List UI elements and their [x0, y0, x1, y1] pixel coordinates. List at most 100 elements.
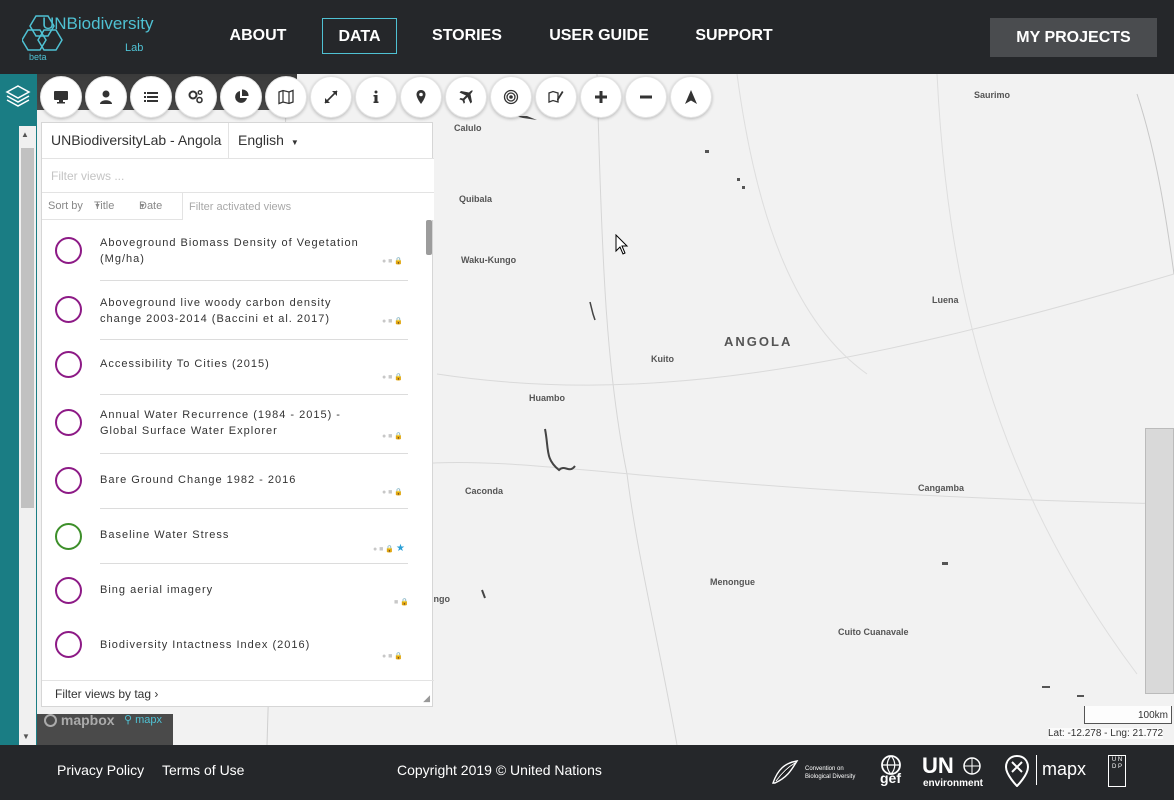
- nav-user-guide[interactable]: USER GUIDE: [544, 18, 654, 54]
- un-biodiversity-lab-logo[interactable]: UNBiodiversity Lab beta: [22, 14, 172, 64]
- un-environment-logo[interactable]: UN environment: [922, 753, 992, 793]
- un-emblem-icon: [963, 757, 981, 775]
- scroll-down-arrow-icon[interactable]: ▼: [22, 732, 30, 741]
- toolbar-info-button[interactable]: [355, 76, 397, 118]
- language-select[interactable]: English ▼: [229, 123, 434, 159]
- list-item[interactable]: Annual Water Recurrence (1984 - 2015) - …: [42, 394, 422, 453]
- toolbar-location-button[interactable]: [400, 76, 442, 118]
- place-luena: Luena: [932, 295, 959, 305]
- view-title: Bing aerial imagery: [100, 584, 214, 596]
- mapbox-logo[interactable]: mapbox: [44, 712, 115, 728]
- toolbar-compass-button[interactable]: [670, 76, 712, 118]
- view-status-icons: ● ■ 🔒: [382, 489, 404, 496]
- views-list-scrollbar-thumb[interactable]: [426, 220, 432, 255]
- my-projects-button[interactable]: MY PROJECTS: [990, 18, 1157, 57]
- plus-icon: [595, 91, 607, 103]
- layers-toggle-button[interactable]: [4, 82, 32, 110]
- place-menongue: Menongue: [710, 577, 755, 587]
- nav-data[interactable]: DATA: [322, 18, 397, 54]
- map-edit-icon: [548, 90, 564, 103]
- place-caconda: Caconda: [465, 486, 504, 496]
- map-side-control: [1145, 428, 1174, 694]
- toolbar-user-button[interactable]: [85, 76, 127, 118]
- sort-by-label: Sort by: [48, 200, 83, 212]
- nav-stories[interactable]: STORIES: [425, 18, 509, 54]
- cbd-logo[interactable]: Convention on Biological Diversity: [770, 759, 860, 789]
- list-item[interactable]: Biodiversity Intactness Index (2016) ● ■…: [42, 618, 422, 673]
- project-select-label: UNBiodiversityLab - Angola: [51, 132, 222, 148]
- toolbar-zoom-out-button[interactable]: [625, 76, 667, 118]
- nav-about[interactable]: ABOUT: [222, 18, 294, 54]
- map-scale: 100km: [1084, 706, 1172, 724]
- views-list: Aboveground Biomass Density of Vegetatio…: [42, 220, 434, 680]
- gef-logo[interactable]: gef: [876, 755, 906, 791]
- mapx-divider: [1036, 755, 1037, 785]
- caret-down-icon: ▼: [139, 203, 146, 210]
- filter-activated-views-input[interactable]: [182, 193, 434, 220]
- list-item[interactable]: Baseline Water Stress ● ■ 🔒 ★: [42, 508, 422, 563]
- toolbar-target-button[interactable]: [490, 76, 532, 118]
- toolbar-fullscreen-button[interactable]: [310, 76, 352, 118]
- place-calulo: Calulo: [454, 123, 482, 133]
- toolbar-zoom-in-button[interactable]: [580, 76, 622, 118]
- view-status-icons: ■ 🔒: [394, 599, 409, 606]
- nav-support[interactable]: SUPPORT: [688, 18, 780, 54]
- terms-of-use-link[interactable]: Terms of Use: [162, 762, 244, 778]
- minus-icon: [640, 95, 652, 99]
- view-toggle-checkbox[interactable]: [55, 296, 82, 323]
- toolbar-dashboard-button[interactable]: [220, 76, 262, 118]
- favorite-star-icon[interactable]: ★: [396, 543, 405, 554]
- list-item[interactable]: Aboveground live woody carbon density ch…: [42, 280, 422, 340]
- expand-icon: [324, 90, 338, 104]
- view-toggle-checkbox[interactable]: [55, 577, 82, 604]
- view-toggle-checkbox[interactable]: [55, 409, 82, 436]
- mapbox-circle-icon: [44, 714, 57, 727]
- filter-views-by-tag-link[interactable]: Filter views by tag ›: [42, 680, 434, 708]
- view-toggle-checkbox[interactable]: [55, 237, 82, 264]
- compass-arrow-icon: [685, 90, 697, 104]
- view-toggle-checkbox[interactable]: [55, 631, 82, 658]
- toolbar-map-button[interactable]: [265, 76, 307, 118]
- list-item[interactable]: Aboveground Biomass Density of Vegetatio…: [42, 220, 422, 280]
- privacy-policy-link[interactable]: Privacy Policy: [57, 762, 144, 778]
- cbd-line1: Convention on: [805, 766, 844, 772]
- mapx-attribution-logo[interactable]: ⚲ mapx: [124, 713, 162, 726]
- list-item[interactable]: Bare Ground Change 1982 - 2016 ● ■ 🔒: [42, 453, 422, 508]
- un-environment-label: environment: [923, 778, 984, 789]
- language-select-label: English: [238, 132, 284, 148]
- view-title: Accessibility To Cities (2015): [100, 358, 270, 370]
- list-item[interactable]: Bing aerial imagery ■ 🔒: [42, 563, 422, 618]
- project-select[interactable]: UNBiodiversityLab - Angola ▼: [42, 123, 229, 181]
- user-icon: [100, 90, 112, 104]
- resize-handle-icon[interactable]: ◢: [423, 693, 430, 704]
- view-toggle-checkbox[interactable]: [55, 351, 82, 378]
- toolbar-fly-button[interactable]: [445, 76, 487, 118]
- sidebar-scrollbar-thumb[interactable]: [21, 148, 34, 508]
- info-icon: [373, 90, 379, 103]
- view-status-icons: ● ■ 🔒: [382, 258, 404, 265]
- view-title: Bare Ground Change 1982 - 2016: [100, 474, 297, 486]
- country-label: ANGOLA: [724, 334, 793, 349]
- toolbar-draw-button[interactable]: [535, 76, 577, 118]
- filter-views-input[interactable]: [42, 159, 434, 193]
- view-title: Aboveground Biomass Density of Vegetatio…: [100, 237, 359, 265]
- view-status-icons: ● ■ 🔒: [382, 374, 404, 381]
- view-status-icons: ● ■ 🔒 ★: [373, 543, 405, 554]
- scroll-up-arrow-icon[interactable]: ▲: [21, 130, 29, 139]
- caret-down-icon: ▼: [94, 203, 101, 210]
- mapx-footer-logo[interactable]: mapx: [1004, 754, 1092, 789]
- view-status-icons: ● ■ 🔒: [382, 318, 404, 325]
- plane-icon: [459, 90, 473, 104]
- map-coordinates: Lat: -12.278 - Lng: 21.772: [1048, 728, 1164, 739]
- place-cangamba: Cangamba: [918, 483, 965, 493]
- view-toggle-checkbox[interactable]: [55, 523, 82, 550]
- toolbar-desktop-button[interactable]: [40, 76, 82, 118]
- un-label: UN: [922, 753, 954, 778]
- view-toggle-checkbox[interactable]: [55, 467, 82, 494]
- toolbar-list-button[interactable]: [130, 76, 172, 118]
- sort-bar: Sort by Title ▼ Date ▼: [42, 193, 434, 220]
- toolbar-settings-button[interactable]: [175, 76, 217, 118]
- list-item[interactable]: Accessibility To Cities (2015) ● ■ 🔒: [42, 339, 422, 394]
- place-kuito: Kuito: [651, 354, 674, 364]
- undp-logo[interactable]: U N D P: [1108, 755, 1126, 787]
